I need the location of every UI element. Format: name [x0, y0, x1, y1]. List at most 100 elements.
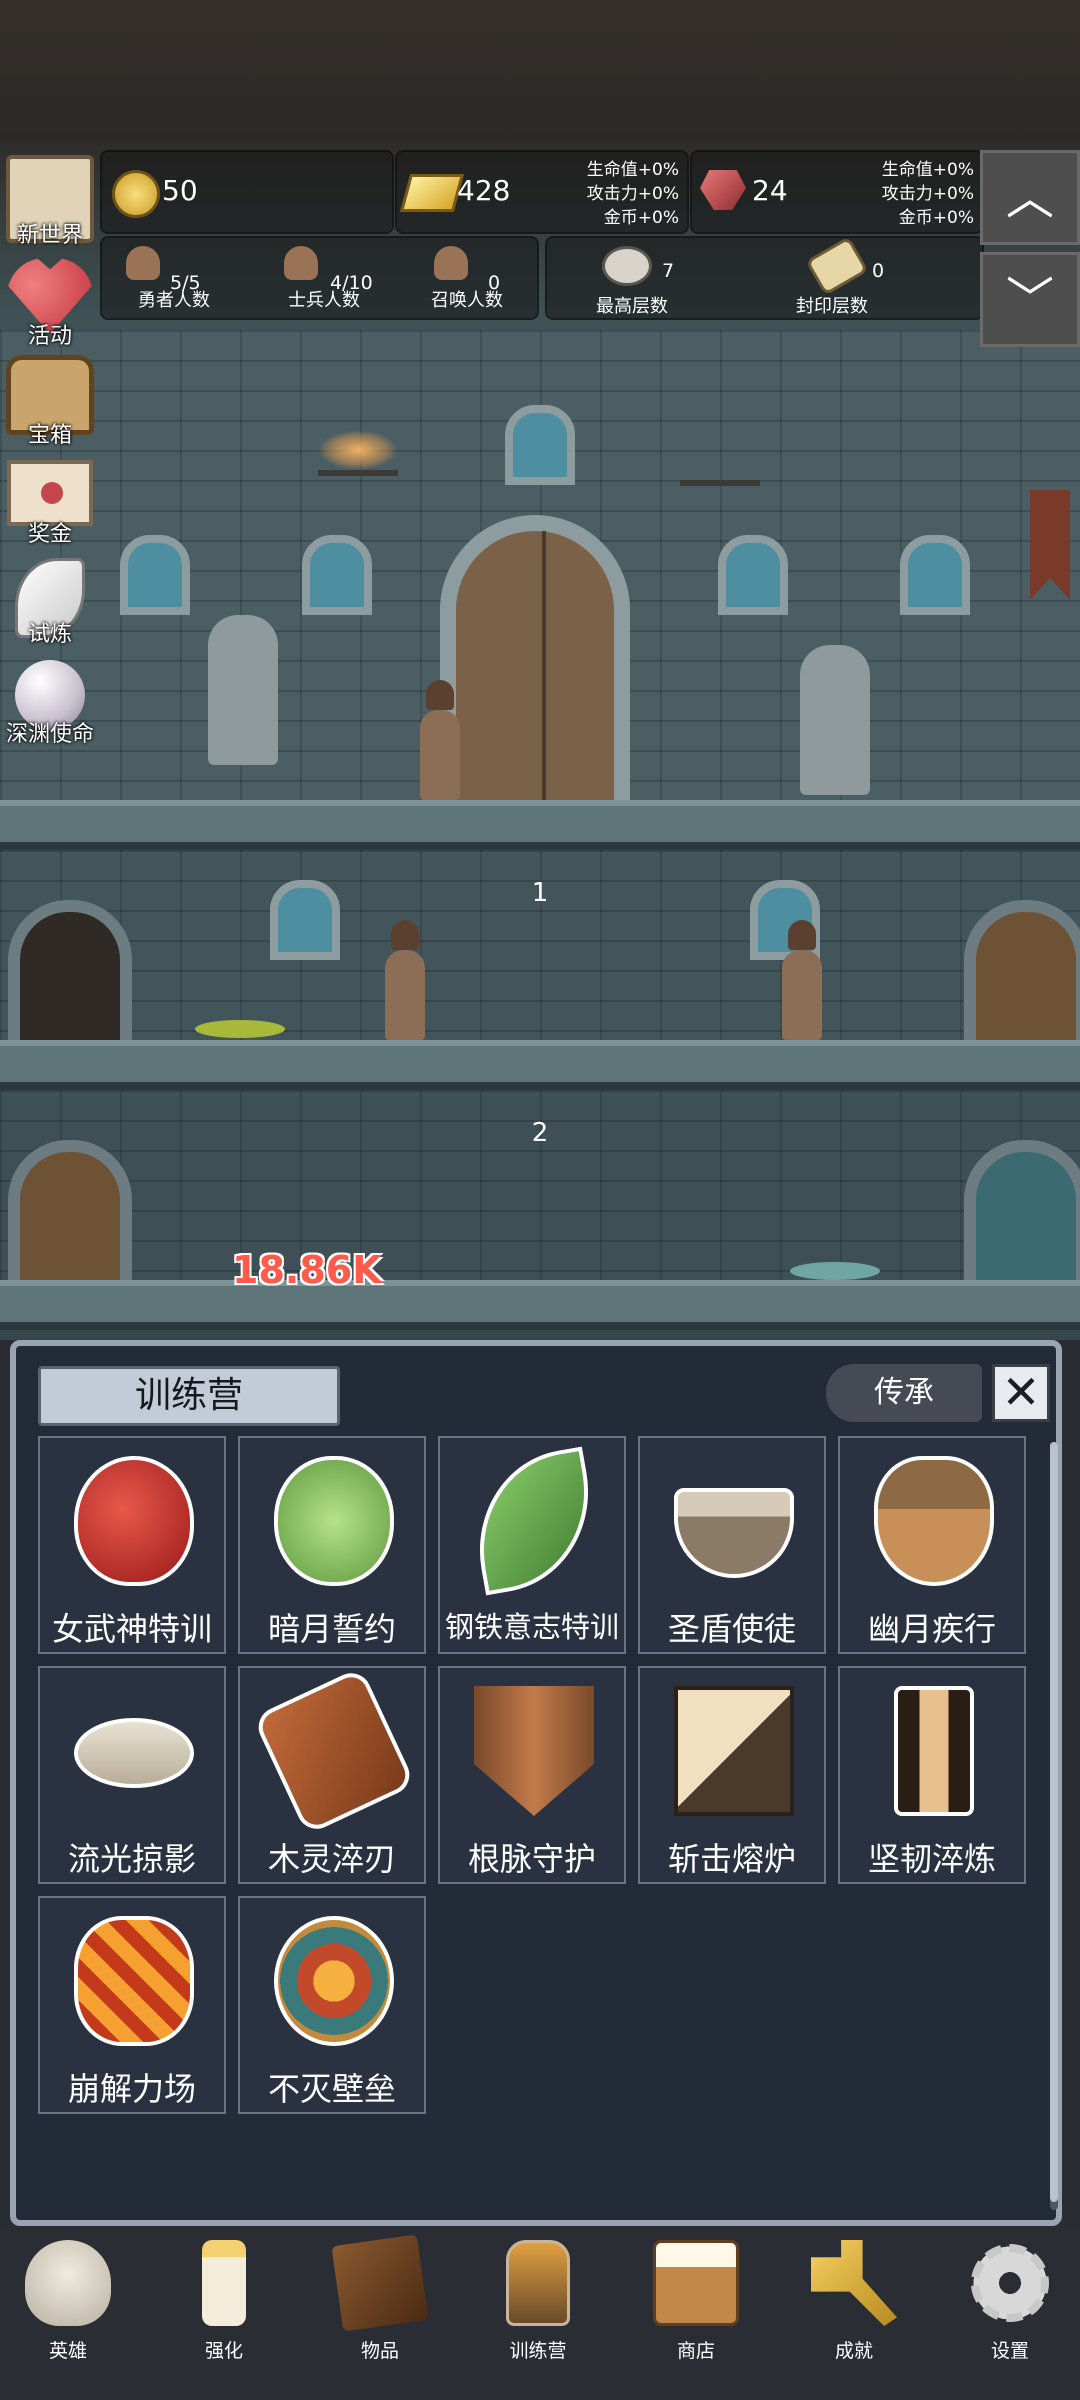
attack-bonus: 攻击力+0% [881, 184, 974, 204]
training-item-label: 坚韧淬炼 [867, 1840, 996, 1878]
soldier-count-label: 士兵人数 [288, 290, 360, 311]
nav-heroes[interactable]: 英雄 [8, 2240, 128, 2363]
scroll-down-button[interactable]: ﹀ [980, 252, 1080, 347]
training-item-valkyrie[interactable]: 女武神特训 [38, 1436, 226, 1654]
hero-face-icon [126, 246, 160, 280]
training-item-eternal-bastion[interactable]: 不灭壁垒 [238, 1896, 426, 2114]
nav-label: 成就 [834, 2340, 873, 2362]
training-item-label: 崩解力场 [67, 2070, 196, 2108]
gold-ingot-icon [399, 174, 465, 212]
training-item-label: 木灵淬刃 [267, 1840, 396, 1878]
training-item-label: 根脉守护 [467, 1840, 596, 1878]
nav-shop[interactable]: 商店 [636, 2240, 756, 2363]
max-floor-label: 最高层数 [596, 296, 668, 317]
training-item-label: 女武神特训 [51, 1610, 212, 1648]
nav-achievements[interactable]: 成就 [794, 2240, 914, 2363]
leaf-icon [463, 1446, 605, 1596]
dungeon-door [964, 1140, 1080, 1292]
ceiling-shadow [0, 0, 1080, 140]
summon-face-icon [434, 246, 468, 280]
training-item-wood-blade[interactable]: 木灵淬刃 [238, 1666, 426, 1884]
scroll-up-button[interactable]: ︿ [980, 150, 1080, 245]
mug-icon [653, 2240, 739, 2326]
training-item-root-guard[interactable]: 根脉守护 [438, 1666, 626, 1884]
rune-stone-icon [274, 1916, 394, 2046]
training-item-slash-forge[interactable]: 斩击熔炉 [638, 1666, 826, 1884]
nav-items[interactable]: 物品 [320, 2234, 440, 2363]
training-item-holy-shield[interactable]: 圣盾使徒 [638, 1436, 826, 1654]
gold-panel: 50 [100, 150, 394, 234]
fish-fossil-icon [74, 1718, 194, 1788]
slime-puddle [195, 1020, 285, 1038]
close-icon: ✕ [1001, 1365, 1041, 1419]
ruby-gem-icon [700, 170, 746, 210]
soldier-character[interactable] [385, 920, 425, 1040]
inherit-button[interactable]: 传承 [826, 1364, 982, 1422]
stone-icon [602, 246, 652, 286]
castle-main-door[interactable] [440, 515, 630, 800]
summon-count-value: 0 [488, 272, 501, 294]
floor-ledge [0, 800, 1080, 850]
gold-bonus: 金币+0% [898, 208, 974, 228]
training-item-collapse-field[interactable]: 崩解力场 [38, 1896, 226, 2114]
summon-count: 0 召唤人数 [402, 246, 532, 312]
dungeon-door [8, 1140, 132, 1292]
knight-statue [208, 615, 278, 765]
cube-icon [674, 1686, 794, 1816]
side-item-label: 活动 [27, 324, 72, 349]
close-button[interactable]: ✕ [992, 1364, 1050, 1422]
sealed-floor: 0 封印层数 [757, 236, 907, 318]
side-item-label: 试炼 [27, 622, 72, 647]
hero-count: 5/5 勇者人数 [104, 246, 244, 312]
castle-window [270, 880, 340, 960]
acorn-icon [874, 1456, 994, 1586]
side-item-new-world[interactable]: 新世界 [0, 155, 100, 248]
book-icon [331, 2234, 429, 2332]
chevron-up-icon: ︿ [1005, 170, 1054, 226]
hero-count-value: 5/5 [170, 272, 201, 294]
floor-stats-panel: 7 最高层数 0 封印层数 [545, 236, 984, 320]
side-item-bonus[interactable]: 奖金 [0, 460, 100, 550]
castle-window [505, 405, 575, 485]
training-item-iron-will[interactable]: 钢铁意志特训 [438, 1436, 626, 1654]
summon-count-label: 召唤人数 [431, 290, 503, 311]
panel-scrollbar-thumb[interactable] [1050, 1442, 1058, 2202]
castle-window [120, 535, 190, 615]
hero-character[interactable] [420, 680, 460, 800]
wooden-shield-icon [474, 1686, 594, 1816]
nav-label: 设置 [990, 2340, 1029, 2362]
panel-title: 训练营 [38, 1366, 340, 1426]
soldier-count: 4/10 士兵人数 [254, 246, 394, 312]
apple-icon [74, 1456, 194, 1586]
side-item-abyss-mission[interactable]: 深渊使命 [0, 660, 100, 750]
nav-training-camp[interactable]: 训练营 [478, 2240, 598, 2363]
slime-puddle [790, 1262, 880, 1280]
training-item-tenacity[interactable]: 坚韧淬炼 [838, 1666, 1026, 1884]
nav-settings[interactable]: 设置 [950, 2240, 1070, 2363]
gold-amount: 50 [162, 174, 198, 207]
soldier-face-icon [284, 246, 318, 280]
castle-window [302, 535, 372, 615]
training-item-dark-moon[interactable]: 暗月誓约 [238, 1436, 426, 1654]
training-item-label: 流光掠影 [67, 1840, 196, 1878]
soldier-count-value: 4/10 [330, 272, 373, 294]
training-item-label: 幽月疾行 [867, 1610, 996, 1648]
side-item-label: 奖金 [27, 522, 72, 547]
nav-enhance[interactable]: 强化 [164, 2240, 284, 2363]
key-icon [811, 2240, 897, 2326]
floor-ledge [0, 1280, 1080, 1330]
side-item-trial[interactable]: 试炼 [0, 558, 100, 648]
castle-window [900, 535, 970, 615]
cabbage-icon [274, 1456, 394, 1586]
training-item-streak[interactable]: 流光掠影 [38, 1666, 226, 1884]
gem-panel: 24 生命值+0% 攻击力+0% 金币+0% [690, 150, 984, 234]
soldier-character[interactable] [782, 920, 822, 1040]
gold-bar-amount: 428 [457, 174, 511, 207]
log-icon [252, 1666, 416, 1836]
gem-bonus: 生命值+0% 攻击力+0% 金币+0% [882, 158, 974, 230]
training-item-moon-stride[interactable]: 幽月疾行 [838, 1436, 1026, 1654]
side-item-chest[interactable]: 宝箱 [0, 355, 100, 448]
side-item-event[interactable]: 活动 [0, 258, 100, 349]
side-item-label: 宝箱 [27, 423, 72, 448]
candle-icon [202, 2240, 246, 2326]
